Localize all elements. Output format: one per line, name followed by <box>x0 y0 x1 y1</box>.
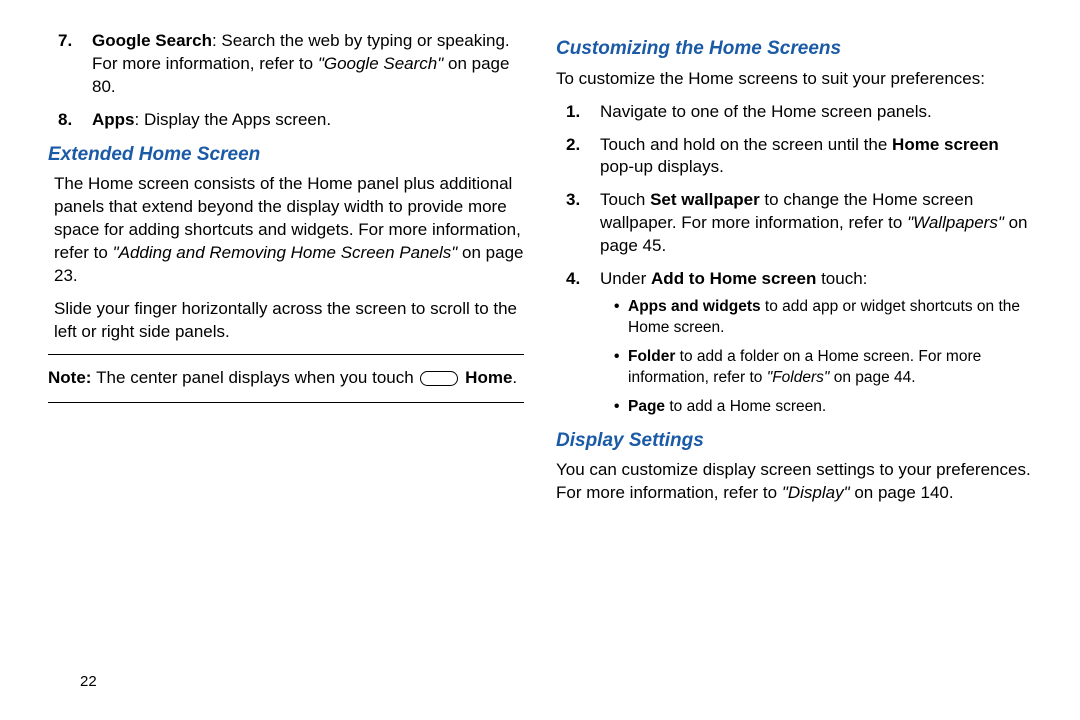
b3-text: to add a Home screen. <box>665 398 826 415</box>
b2-text2: on page 44. <box>829 369 915 386</box>
item7-ref: "Google Search" <box>318 54 443 73</box>
left-column: Google Search: Search the web by typing … <box>48 30 524 700</box>
step3-ref: "Wallpapers" <box>907 213 1004 232</box>
item7-lead: Google Search <box>92 31 212 50</box>
step-1: Navigate to one of the Home screen panel… <box>598 101 1032 124</box>
b3-bold: Page <box>628 398 665 415</box>
heading-extended-home: Extended Home Screen <box>48 142 524 168</box>
para-extended-1: The Home screen consists of the Home pan… <box>48 173 524 288</box>
bullet-list: Apps and widgets to add app or widget sh… <box>600 297 1032 418</box>
note-block: Note: The center panel displays when you… <box>48 365 524 392</box>
bullet-apps-widgets: Apps and widgets to add app or widget sh… <box>614 297 1032 339</box>
para-extended-2: Slide your finger horizontally across th… <box>48 298 524 344</box>
customize-intro: To customize the Home screens to suit yo… <box>556 68 1032 91</box>
step3a: Touch <box>600 190 650 209</box>
step-3: Touch Set wallpaper to change the Home s… <box>598 189 1032 258</box>
b2-ref: "Folders" <box>767 369 830 386</box>
para2-ref: "Display" <box>782 483 850 502</box>
note-lead: Note: <box>48 368 96 387</box>
para1-ref: "Adding and Removing Home Screen Panels" <box>113 243 458 262</box>
step-2: Touch and hold on the screen until the H… <box>598 134 1032 180</box>
step2a: Touch and hold on the screen until the <box>600 135 892 154</box>
note-text2: . <box>512 368 517 387</box>
note-text1: The center panel displays when you touch <box>96 368 418 387</box>
b1-bold: Apps and widgets <box>628 298 761 315</box>
heading-display-settings: Display Settings <box>556 428 1032 454</box>
bullet-folder: Folder to add a folder on a Home screen.… <box>614 347 1032 389</box>
divider-bottom <box>48 402 524 403</box>
heading-customizing: Customizing the Home Screens <box>556 36 1032 62</box>
step-4: Under Add to Home screen touch: Apps and… <box>598 268 1032 418</box>
step4-bold: Add to Home screen <box>651 269 816 288</box>
manual-page: Google Search: Search the web by typing … <box>0 0 1080 720</box>
list-item-8: Apps: Display the Apps screen. <box>90 109 524 132</box>
step4a: Under <box>600 269 651 288</box>
step3-bold: Set wallpaper <box>650 190 760 209</box>
divider-top <box>48 354 524 355</box>
b2-bold: Folder <box>628 348 675 365</box>
step2-bold: Home screen <box>892 135 999 154</box>
item8-lead: Apps <box>92 110 135 129</box>
para-display: You can customize display screen setting… <box>556 459 1032 505</box>
numbered-list-1: Navigate to one of the Home screen panel… <box>556 101 1032 418</box>
step1-text: Navigate to one of the Home screen panel… <box>600 102 932 121</box>
para2b: on page 140. <box>850 483 954 502</box>
step2b: pop-up displays. <box>600 157 724 176</box>
note-home: Home <box>460 368 512 387</box>
list-item-7: Google Search: Search the web by typing … <box>90 30 524 99</box>
bullet-page: Page to add a Home screen. <box>614 397 1032 418</box>
home-button-icon <box>420 371 458 386</box>
item8-text: : Display the Apps screen. <box>135 110 332 129</box>
right-column: Customizing the Home Screens To customiz… <box>556 30 1032 700</box>
page-number: 22 <box>80 672 97 692</box>
numbered-list-7: Google Search: Search the web by typing … <box>48 30 524 132</box>
step4b: touch: <box>816 269 867 288</box>
